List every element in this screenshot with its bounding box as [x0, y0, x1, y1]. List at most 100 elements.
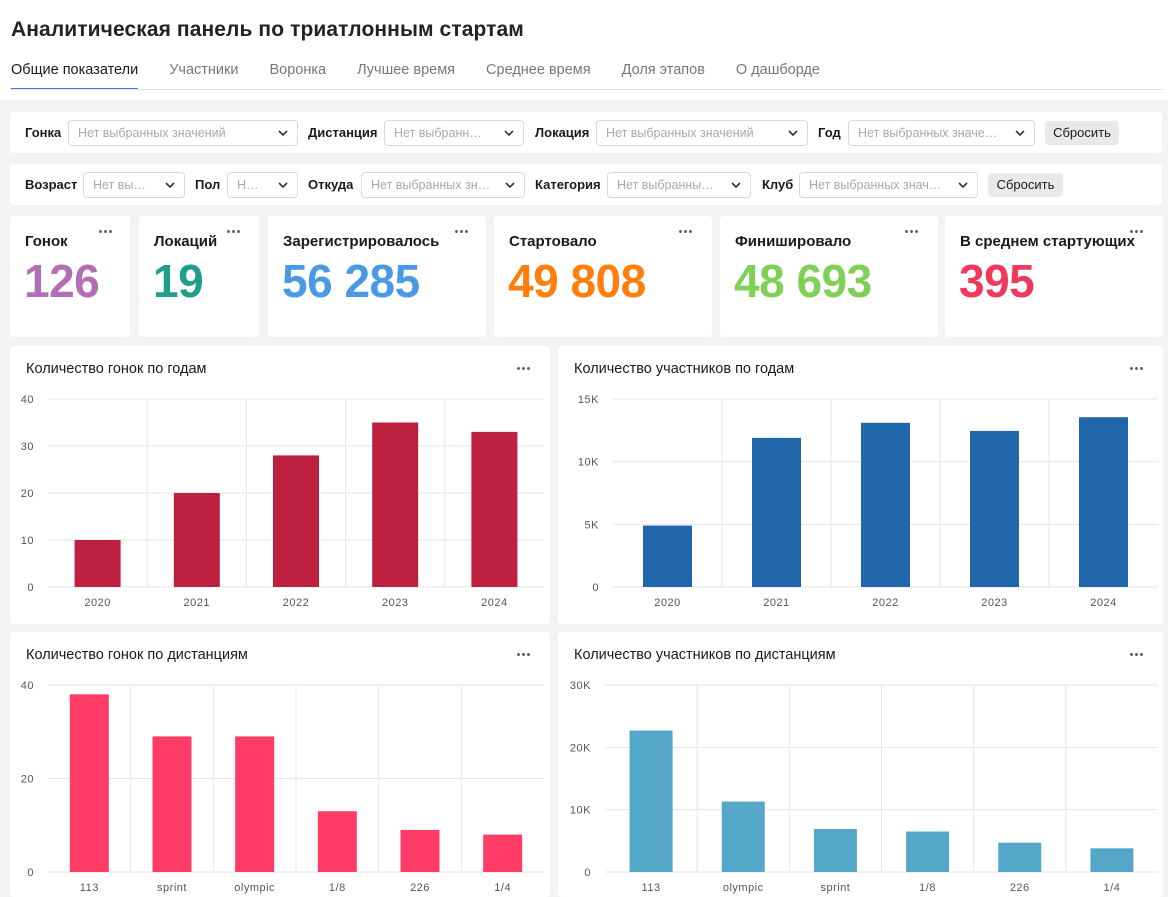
bar-1/8[interactable]	[906, 831, 950, 872]
bar-1/8[interactable]	[317, 811, 357, 872]
tab-overview[interactable]: Общие показатели	[11, 60, 139, 90]
bar-1/4[interactable]	[1090, 848, 1134, 872]
club-filter-placeholder: Нет выбранных значений	[809, 178, 944, 192]
club-filter-select[interactable]: Нет выбранных значений	[799, 172, 978, 198]
bar-226[interactable]	[998, 842, 1042, 872]
y-tick-label: 20K	[570, 742, 591, 754]
chevron-down-icon	[504, 130, 514, 137]
bar-2023[interactable]	[970, 430, 1019, 587]
more-dots-icon[interactable]	[454, 228, 470, 234]
more-dots-icon[interactable]	[226, 228, 242, 234]
location-filter-placeholder: Нет выбранных значений	[606, 126, 754, 140]
bar-2020[interactable]	[643, 525, 692, 587]
tab-participants[interactable]: Участники	[169, 60, 238, 90]
kpi-label: Стартовало	[509, 233, 597, 250]
kpi-label: Локаций	[154, 233, 218, 250]
bar-2022[interactable]	[273, 455, 319, 587]
bar-2024[interactable]	[1079, 417, 1128, 587]
bar-113[interactable]	[69, 694, 109, 872]
x-tick-label: 2023	[382, 597, 408, 609]
from-filter-label: Откуда	[308, 177, 354, 192]
more-dots-icon[interactable]	[98, 228, 114, 234]
x-tick-label: 2020	[654, 597, 680, 609]
page-title: Аналитическая панель по триатлонным стар…	[11, 18, 524, 41]
from-filter-placeholder: Нет выбранных значений	[371, 178, 491, 192]
distance-filter-label: Дистанция	[308, 125, 378, 140]
tab-funnel[interactable]: Воронка	[269, 60, 326, 90]
x-tick-label: olympic	[723, 882, 764, 894]
tabs-divider	[11, 89, 1163, 90]
bar-olympic[interactable]	[235, 736, 275, 872]
y-tick-label: 20	[21, 488, 34, 500]
bar-2021[interactable]	[173, 493, 220, 587]
chevron-down-icon	[278, 130, 288, 137]
filter-bar-primary: Гонка Нет выбранных значений Дистанция Н…	[10, 112, 1162, 153]
kpi-label: Финишировало	[735, 233, 852, 250]
y-tick-label: 10K	[570, 805, 591, 817]
distance-filter-select[interactable]: Нет выбранных значений	[384, 120, 524, 146]
chart-races-by-year: 0 10 20 30 40 2020 2021 2022 2023 2024	[21, 394, 544, 609]
dashboard-header: Аналитическая панель по триатлонным стар…	[0, 0, 1168, 100]
x-tick-label: 2020	[84, 597, 110, 609]
tab-average-time[interactable]: Среднее время	[486, 60, 591, 90]
bar-1/4[interactable]	[483, 834, 523, 872]
y-tick-label: 5K	[585, 519, 600, 531]
bar-2023[interactable]	[372, 422, 419, 588]
x-tick-label: 2022	[283, 597, 309, 609]
bar-sprint[interactable]	[813, 828, 857, 872]
chevron-down-icon	[505, 182, 515, 189]
location-filter-label: Локация	[535, 125, 590, 140]
x-tick-label: sprint	[820, 882, 850, 894]
sex-filter-label: Пол	[195, 177, 221, 192]
x-tick-label: 1/4	[1104, 882, 1121, 894]
tab-stage-share[interactable]: Доля этапов	[622, 60, 705, 90]
reset-filters-button-secondary[interactable]: Сбросить	[988, 173, 1063, 197]
kpi-label: Зарегистрировалось	[283, 233, 440, 250]
bar-sprint[interactable]	[152, 736, 192, 872]
bar-2024[interactable]	[471, 431, 518, 587]
y-tick-label: 20	[21, 774, 34, 786]
y-tick-label: 10K	[578, 457, 599, 469]
bar-2020[interactable]	[74, 540, 121, 587]
reset-filters-button[interactable]: Сбросить	[1045, 121, 1119, 145]
bar-226[interactable]	[400, 829, 440, 872]
bar-113[interactable]	[629, 730, 673, 872]
category-filter-label: Категория	[535, 177, 601, 192]
year-filter-select[interactable]: Нет выбранных значений	[848, 120, 1035, 146]
y-tick-label: 30	[21, 441, 34, 453]
x-tick-label: 2024	[1090, 597, 1116, 609]
bar-2022[interactable]	[861, 422, 910, 587]
kpi-value: 56 285	[282, 255, 420, 307]
y-tick-label: 0	[27, 867, 34, 879]
kpi-label: Гонок	[25, 233, 68, 250]
tab-about[interactable]: О дашборде	[736, 60, 820, 90]
bar-2021[interactable]	[752, 437, 801, 587]
more-dots-icon[interactable]	[678, 228, 694, 234]
category-filter-placeholder: Нет выбранных значений	[617, 178, 717, 192]
chart-participants-by-distance: 0 10K 20K 30K 113 olympic sprint 1/8 226 1/4	[570, 680, 1158, 894]
bar-olympic[interactable]	[721, 801, 765, 872]
tab-best-time[interactable]: Лучшее время	[357, 60, 455, 90]
more-dots-icon[interactable]	[904, 228, 920, 234]
kpi-races: Гонок 126	[10, 216, 130, 337]
race-filter-select[interactable]: Нет выбранных значений	[68, 120, 298, 146]
kpi-value: 49 808	[508, 255, 646, 307]
location-filter-select[interactable]: Нет выбранных значений	[596, 120, 808, 146]
age-filter-label: Возраст	[25, 177, 78, 192]
category-filter-select[interactable]: Нет выбранных значений	[607, 172, 751, 198]
sex-filter-select[interactable]: Нет выбранных значений	[227, 172, 298, 198]
kpi-value: 48 693	[734, 255, 872, 307]
chart-participants-by-year: 0 5K 10K 15K 2020 2021 2022 2023 2024	[578, 394, 1158, 609]
kpi-registered: Зарегистрировалось 56 285	[268, 216, 486, 337]
y-tick-label: 40	[21, 680, 34, 692]
more-dots-icon[interactable]	[1129, 228, 1145, 234]
chevron-down-icon	[278, 182, 288, 189]
x-tick-label: 1/4	[494, 882, 511, 894]
kpi-avg-starters: В среднем стартующих 395	[945, 216, 1163, 337]
y-tick-label: 0	[584, 867, 591, 879]
from-filter-select[interactable]: Нет выбранных значений	[361, 172, 525, 198]
kpi-started: Стартовало 49 808	[494, 216, 712, 337]
age-filter-select[interactable]: Нет выбранных значений	[83, 172, 185, 198]
x-tick-label: 2021	[184, 597, 210, 609]
x-tick-label: olympic	[234, 882, 275, 894]
